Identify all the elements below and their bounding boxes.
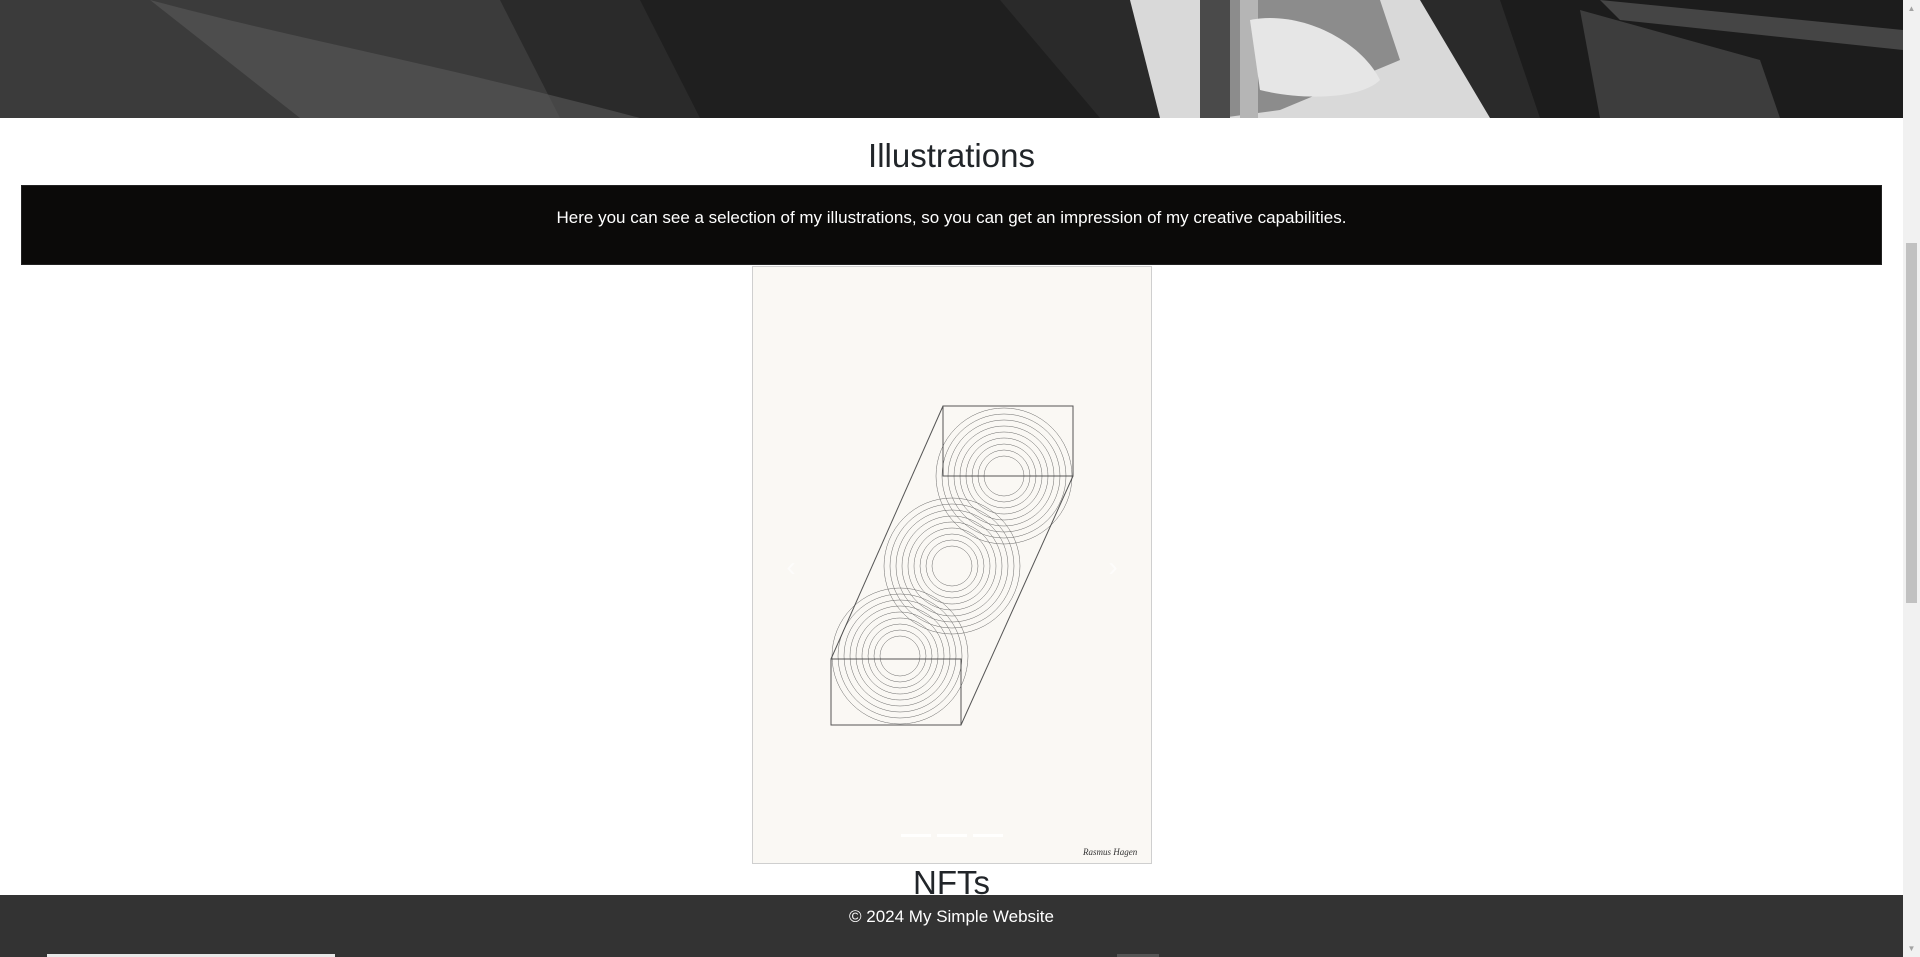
carousel-indicators <box>753 834 1151 837</box>
carousel-indicator[interactable] <box>937 834 967 837</box>
hero-photo-image <box>0 0 1903 118</box>
vertical-scrollbar[interactable]: ▲ ▼ <box>1903 0 1920 957</box>
carousel-indicator[interactable] <box>973 834 1003 837</box>
chevron-right-icon: › <box>1108 551 1118 582</box>
footer-copyright: © 2024 My Simple Website <box>849 907 1054 926</box>
footer: © 2024 My Simple Website <box>0 895 1903 957</box>
page-viewport: Illustrations Here you can see a selecti… <box>0 0 1903 957</box>
carousel-prev-button[interactable]: ‹ <box>771 537 811 597</box>
scroll-down-icon[interactable]: ▼ <box>1903 940 1920 957</box>
artwork-signature: Rasmus Hagen <box>1082 847 1138 857</box>
hero-photo <box>0 0 1903 118</box>
illustrations-title: Illustrations <box>868 137 1035 174</box>
chevron-left-icon: ‹ <box>786 551 796 582</box>
illustrations-intro-text: Here you can see a selection of my illus… <box>556 208 1347 227</box>
carousel-next-button[interactable]: › <box>1093 537 1133 597</box>
illustrations-intro-band: Here you can see a selection of my illus… <box>21 185 1882 265</box>
scrollbar-thumb[interactable] <box>1906 243 1917 603</box>
scroll-up-icon[interactable]: ▲ <box>1903 0 1920 17</box>
illustrations-carousel[interactable]: Rasmus Hagen ‹ › <box>752 266 1152 864</box>
carousel-indicator[interactable] <box>901 834 931 837</box>
